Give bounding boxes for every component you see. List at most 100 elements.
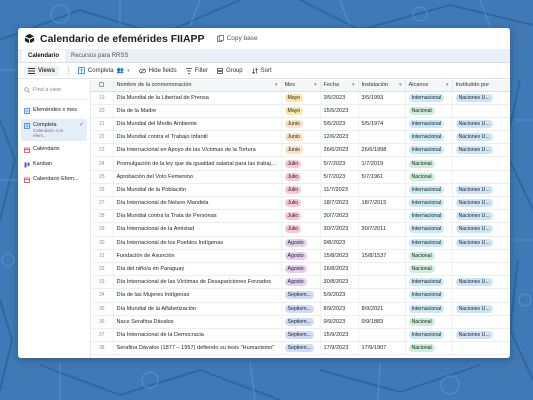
cell-fecha[interactable]: 17/9/2023 xyxy=(320,341,359,356)
cell-mes[interactable]: Julio xyxy=(281,209,321,224)
chevron-down-icon[interactable]: ▾ xyxy=(275,82,278,88)
cell-instalacion[interactable] xyxy=(358,236,406,250)
cell-mes[interactable]: Septiem... xyxy=(281,341,321,356)
table-row[interactable]: 22 Día Mundial contra el Trabajo Infantil… xyxy=(91,130,510,145)
cell-instalacion[interactable]: 3/5/1993 xyxy=(358,91,406,105)
sort-button[interactable]: Sort xyxy=(251,68,272,74)
cell-fecha[interactable]: 5/9/2023 xyxy=(320,288,359,303)
cell-mes[interactable]: Agosto xyxy=(281,275,321,290)
cell-instalacion[interactable] xyxy=(358,183,406,198)
table-row[interactable]: 31 Fundación de Asunción Agosto 15/8/2023 15… xyxy=(91,249,510,263)
cell-alcance[interactable]: Internacional xyxy=(405,117,453,132)
cell-fecha[interactable]: 8/9/2023 xyxy=(320,302,359,316)
table-row[interactable]: 25 Aprobación del Voto Femenino Julio 5/7/2… xyxy=(91,170,510,184)
cell-nombre[interactable]: Día Internacional de la Democracia xyxy=(113,328,282,343)
cell-instituido-por[interactable]: Naciones U... xyxy=(452,222,510,237)
cell-instalacion[interactable] xyxy=(358,262,406,277)
cell-nombre[interactable]: Día Internacional de la Amistad xyxy=(113,222,282,237)
cell-mes[interactable]: Junio xyxy=(281,130,321,145)
chevron-down-icon[interactable]: ▾ xyxy=(314,82,317,88)
cell-instituido-por[interactable]: Naciones U... xyxy=(452,275,510,290)
group-button[interactable]: Group xyxy=(217,68,243,74)
cell-alcance[interactable]: Internacional xyxy=(405,196,453,211)
cell-nombre[interactable]: Día Mundial contra el Trabajo Infantil xyxy=(113,130,282,145)
cell-fecha[interactable]: 30/7/2023 xyxy=(320,209,359,224)
cell-nombre[interactable]: Día de las Mujeres Indígenas xyxy=(113,288,282,303)
cell-instituido-por[interactable] xyxy=(452,104,510,118)
cell-alcance[interactable]: Internacional xyxy=(405,302,453,316)
cell-instituido-por[interactable] xyxy=(452,262,510,277)
cell-fecha[interactable]: 15/5/2023 xyxy=(320,104,359,118)
cell-instalacion[interactable]: 26/6/1998 xyxy=(358,143,406,158)
cell-instituido-por[interactable] xyxy=(452,249,510,263)
cell-nombre[interactable]: Día Internacional de las Víctimas de Des… xyxy=(113,275,282,290)
cell-instituido-por[interactable]: Naciones U... xyxy=(452,209,510,224)
column-header-alcance[interactable]: Alcance ▾ xyxy=(405,80,453,92)
tab-recursos-rrss[interactable]: Recursos para RRSS xyxy=(65,50,134,62)
cell-fecha[interactable]: 30/8/2023 xyxy=(320,275,359,290)
cell-nombre[interactable]: Día Mundial de la Libertad de Prensa xyxy=(113,91,282,105)
column-header-instituido-por[interactable]: Institutido por▾ xyxy=(452,80,510,92)
cell-mes[interactable]: Septiem... xyxy=(281,302,321,316)
cell-instalacion[interactable]: 1/7/2019 xyxy=(358,156,406,171)
sidebar-view-item[interactable]: Calendario Efem... xyxy=(21,173,87,186)
cell-fecha[interactable]: 18/7/2023 xyxy=(320,196,359,211)
cell-alcance[interactable]: Nacional xyxy=(405,315,453,329)
cell-mes[interactable]: Julio xyxy=(281,222,321,237)
cell-instalacion[interactable] xyxy=(358,104,406,118)
cell-instituido-por[interactable]: Naciones U... xyxy=(452,143,510,158)
cell-mes[interactable]: Septiem... xyxy=(281,288,321,303)
table-row[interactable]: 38 Serafina Dávalos (1877 – 1957) defiend… xyxy=(91,341,510,356)
cell-fecha[interactable]: 30/7/2023 xyxy=(320,222,359,237)
table-row[interactable]: 37 Día Internacional de la Democracia Sept… xyxy=(91,328,510,343)
cell-mes[interactable]: Septiem... xyxy=(281,315,321,329)
column-header-mes[interactable]: Mes ▾ xyxy=(281,80,321,92)
cell-instituido-por[interactable] xyxy=(452,156,510,171)
cell-mes[interactable]: Junio xyxy=(281,143,321,158)
cell-nombre[interactable]: Serafina Dávalos (1877 – 1957) defiendo … xyxy=(113,341,282,356)
cell-mes[interactable]: Agosto xyxy=(281,262,321,277)
table-row[interactable]: 33 Día Internacional de las Víctimas de D… xyxy=(91,275,510,290)
cell-mes[interactable]: Septiem... xyxy=(281,328,321,343)
filter-button[interactable]: Filter xyxy=(185,68,208,74)
cell-instalacion[interactable]: 30/7/2011 xyxy=(358,222,406,237)
chevron-down-icon[interactable]: ▾ xyxy=(399,82,402,88)
cell-instituido-por[interactable]: Naciones U... xyxy=(452,117,510,132)
copy-base-button[interactable]: Copy base xyxy=(216,35,258,42)
cell-nombre[interactable]: Día Mundial del Medio Ambiente xyxy=(113,117,282,132)
cell-fecha[interactable]: 15/9/2023 xyxy=(320,328,359,343)
cell-instituido-por[interactable] xyxy=(452,288,510,303)
cell-fecha[interactable]: 9/9/2023 xyxy=(320,315,359,329)
cell-mes[interactable]: Julio xyxy=(281,183,321,198)
cell-alcance[interactable]: Internacional xyxy=(405,130,453,145)
cell-instituido-por[interactable] xyxy=(452,341,510,356)
cell-fecha[interactable]: 15/8/2023 xyxy=(320,249,359,263)
cell-alcance[interactable]: Internacional xyxy=(405,183,453,198)
table-row[interactable]: 34 Día de las Mujeres Indígenas Septiem...… xyxy=(91,288,510,303)
cell-mes[interactable]: Julio xyxy=(281,156,321,171)
cell-fecha[interactable]: 12/6/2023 xyxy=(320,130,359,145)
cell-nombre[interactable]: Día del niño/a en Paraguay xyxy=(113,262,282,277)
table-row[interactable]: 29 Día Internacional de la Amistad Julio 30… xyxy=(91,222,510,237)
table-row[interactable]: 24 Promulgación de la ley que da igualdad… xyxy=(91,156,510,171)
column-header-instalacion[interactable]: Instalación ▾ xyxy=(358,80,406,92)
cell-instalacion[interactable] xyxy=(358,130,406,145)
table-row[interactable]: 26 Día Mundial de la Población Julio 11/7/2… xyxy=(91,183,510,198)
cell-fecha[interactable]: 5/5/2023 xyxy=(320,117,359,132)
select-all-checkbox[interactable] xyxy=(91,80,114,92)
cell-nombre[interactable]: Promulgación de la ley que da igualdad s… xyxy=(113,156,282,171)
current-view-button[interactable]: Completa 👥 ▾ xyxy=(78,67,130,74)
cell-instituido-por[interactable]: Naciones U... xyxy=(452,302,510,316)
cell-instituido-por[interactable] xyxy=(452,170,510,184)
cell-alcance[interactable]: Nacional xyxy=(405,156,453,171)
cell-fecha[interactable]: 5/7/2023 xyxy=(320,156,359,171)
table-row[interactable]: 32 Día del niño/a en Paraguay Agosto 16/8/2… xyxy=(91,262,510,277)
cell-instituido-por[interactable]: Naciones U... xyxy=(452,196,510,211)
cell-alcance[interactable]: Nacional xyxy=(405,341,453,356)
cell-instalacion[interactable]: 8/9/2021 xyxy=(358,302,406,316)
table-row[interactable]: 27 Día Internacional de Nelson Mandela Jul… xyxy=(91,196,510,211)
cell-instalacion[interactable] xyxy=(358,328,406,343)
cell-instalacion[interactable] xyxy=(358,209,406,224)
cell-instalacion[interactable] xyxy=(358,275,406,290)
sidebar-view-item[interactable]: Calendario xyxy=(21,143,87,156)
